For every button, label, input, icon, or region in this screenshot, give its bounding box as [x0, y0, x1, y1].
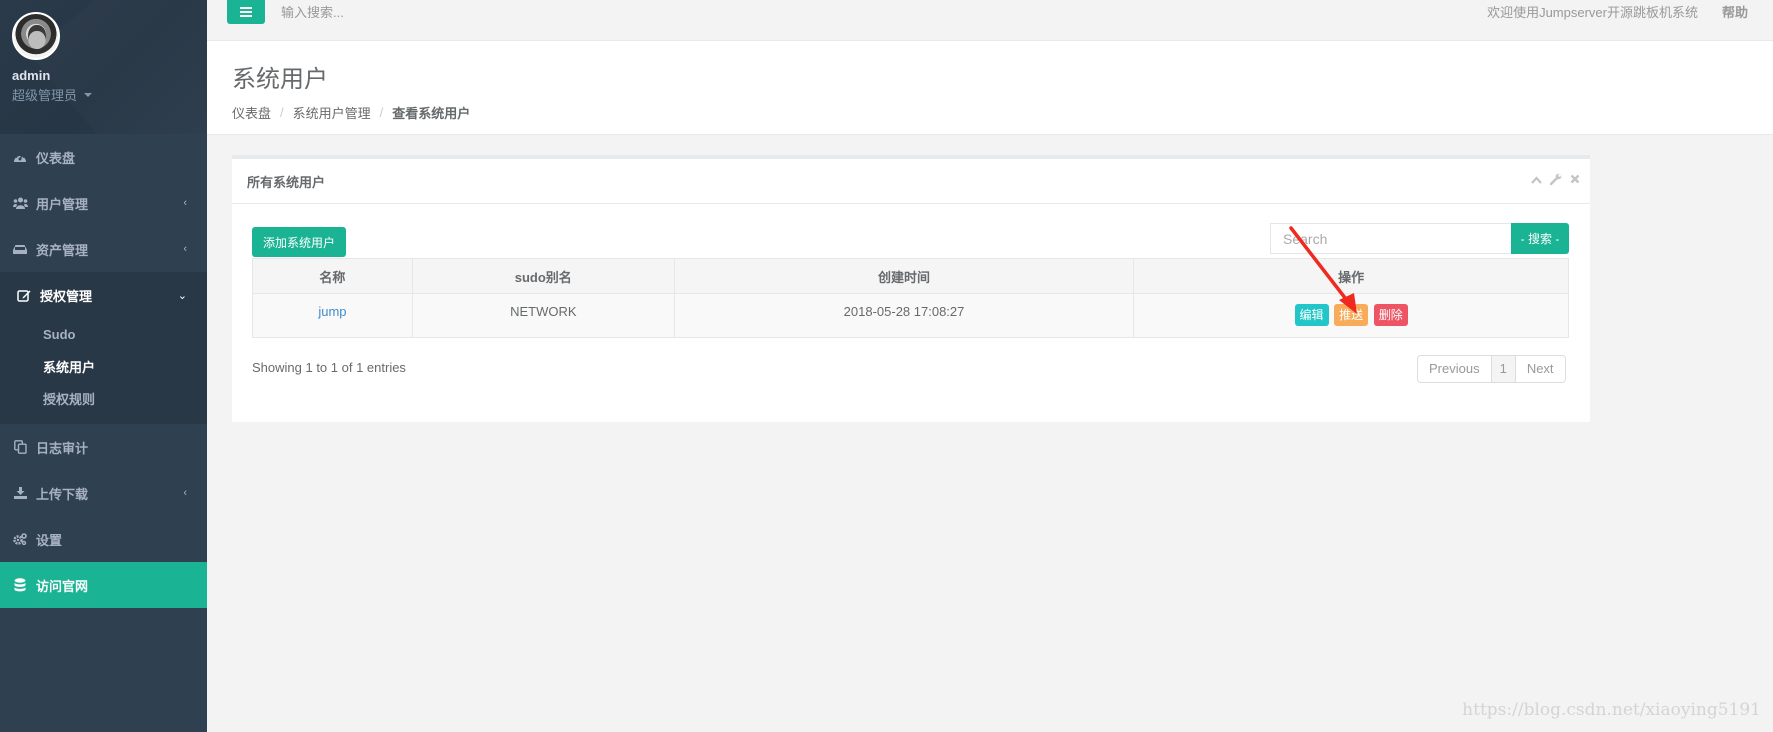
breadcrumb-separator: / — [280, 105, 284, 120]
sidebar-item-label: 访问官网 — [36, 578, 89, 594]
column-header-actions: 操作 — [1133, 258, 1569, 294]
chevron-left-icon: ‹ — [183, 197, 187, 209]
database-icon — [12, 578, 28, 592]
table-info: Showing 1 to 1 of 1 entries — [252, 360, 406, 375]
avatar-face — [28, 25, 46, 49]
wrench-icon[interactable] — [1549, 173, 1562, 188]
sidebar-subitem-permission-rules[interactable]: 授权规则 — [0, 382, 207, 414]
cell-created: 2018-05-28 17:08:27 — [673, 293, 1135, 338]
cell-sudo-alias: NETWORK — [411, 293, 675, 338]
delete-button[interactable]: 删除 — [1373, 304, 1408, 326]
top-search-input[interactable] — [281, 2, 581, 22]
profile-name[interactable]: admin — [12, 68, 195, 83]
sidebar-item-user-management[interactable]: 用户管理 ‹ — [0, 180, 207, 226]
breadcrumb: 仪表盘 / 系统用户管理 / 查看系统用户 — [232, 103, 1773, 122]
cell-actions: 编辑 推送 删除 — [1133, 293, 1569, 338]
sidebar-nav-lower: 日志审计 上传下载 ‹ 设置 访问官网 — [0, 424, 207, 608]
sidebar-item-settings[interactable]: 设置 — [0, 516, 207, 562]
system-users-table: 名称 sudo别名 创建时间 操作 jump NETWORK 2018-05-2… — [252, 258, 1569, 338]
hamburger-icon-line — [240, 15, 252, 17]
push-button[interactable]: 推送 — [1334, 304, 1369, 326]
users-icon — [12, 196, 28, 210]
sidebar-item-upload-download[interactable]: 上传下载 ‹ — [0, 470, 207, 516]
collapse-icon[interactable] — [1531, 173, 1542, 188]
chevron-left-icon: ‹ — [183, 243, 187, 255]
breadcrumb-dashboard[interactable]: 仪表盘 — [232, 103, 271, 122]
sidebar-item-dashboard[interactable]: 仪表盘 — [0, 134, 207, 180]
system-users-panel: 所有系统用户 添加系统用户 - 搜索 - 名称 sudo别名 创建时间 操作 — [232, 155, 1590, 422]
sidebar-group-permission: 授权管理 ⌄ Sudo 系统用户 授权规则 — [0, 272, 207, 424]
search-button[interactable]: - 搜索 - — [1511, 223, 1569, 254]
cogs-icon — [12, 532, 28, 546]
sidebar-item-permission-management[interactable]: 授权管理 ⌄ — [0, 272, 207, 318]
sidebar-item-label: 上传下载 — [36, 486, 89, 502]
page-heading: 系统用户 仪表盘 / 系统用户管理 / 查看系统用户 — [207, 41, 1773, 135]
dashboard-icon — [12, 150, 28, 164]
chevron-left-icon: ‹ — [183, 487, 187, 499]
sidebar: admin 超级管理员 仪表盘 用户管理 ‹ 资产管理 ‹ 授权管理 ⌄ Sud… — [0, 0, 207, 732]
column-header-name[interactable]: 名称 — [252, 258, 413, 294]
caret-down-icon — [84, 92, 93, 97]
sidebar-item-label: 仪表盘 — [36, 150, 76, 166]
welcome-message: 欢迎使用Jumpserver开源跳板机系统 — [1487, 5, 1698, 20]
hamburger-icon-line — [240, 7, 252, 9]
files-icon — [12, 440, 28, 454]
sidebar-item-label: 资产管理 — [36, 242, 89, 258]
chevron-down-icon: ⌄ — [177, 289, 187, 302]
panel-header: 所有系统用户 — [232, 159, 1590, 204]
pagination-previous[interactable]: Previous — [1418, 356, 1492, 382]
table-header-row: 名称 sudo别名 创建时间 操作 — [252, 258, 1569, 294]
sidebar-item-asset-management[interactable]: 资产管理 ‹ — [0, 226, 207, 272]
breadcrumb-current: 查看系统用户 — [392, 106, 471, 121]
profile-role-dropdown[interactable]: 超级管理员 — [12, 85, 195, 104]
column-header-sudo-alias[interactable]: sudo别名 — [411, 258, 675, 294]
sidebar-item-label: 用户管理 — [36, 196, 89, 212]
menu-toggle-button[interactable] — [227, 0, 265, 24]
sidebar-item-log-audit[interactable]: 日志审计 — [0, 424, 207, 470]
sidebar-item-label: 日志审计 — [36, 440, 89, 456]
edit-icon — [16, 288, 32, 302]
profile-header: admin 超级管理员 — [0, 0, 207, 134]
breadcrumb-separator: / — [379, 105, 384, 120]
help-link[interactable]: 帮助 — [1722, 2, 1748, 21]
sidebar-subitem-system-users[interactable]: 系统用户 — [0, 350, 207, 382]
hamburger-icon-line — [240, 11, 252, 13]
sidebar-item-visit-website[interactable]: 访问官网 — [0, 562, 207, 608]
edit-button[interactable]: 编辑 — [1294, 304, 1329, 326]
profile-role: 超级管理员 — [12, 88, 78, 103]
cell-name: jump — [252, 293, 413, 338]
table-search-input[interactable] — [1270, 223, 1512, 254]
inbox-icon — [12, 242, 28, 256]
top-navbar: 欢迎使用Jumpserver开源跳板机系统 帮助 — [207, 0, 1773, 41]
panel-title: 所有系统用户 — [247, 174, 326, 190]
breadcrumb-system-user-management[interactable]: 系统用户管理 — [293, 103, 371, 122]
panel-tools — [1531, 173, 1580, 188]
table-row: jump NETWORK 2018-05-28 17:08:27 编辑 推送 删… — [252, 293, 1569, 338]
sidebar-subitem-sudo[interactable]: Sudo — [0, 318, 207, 350]
pagination-next[interactable]: Next — [1516, 356, 1565, 382]
page-title: 系统用户 — [232, 66, 328, 93]
add-system-user-button[interactable]: 添加系统用户 — [252, 227, 347, 257]
sidebar-nav: 仪表盘 用户管理 ‹ 资产管理 ‹ — [0, 134, 207, 272]
sidebar-item-label: 设置 — [36, 532, 63, 548]
watermark: https://blog.csdn.net/xiaoying5191 — [1462, 700, 1761, 720]
pagination: Previous 1 Next — [1417, 355, 1566, 383]
avatar[interactable] — [12, 12, 60, 60]
pagination-page-1[interactable]: 1 — [1491, 356, 1516, 382]
column-header-created[interactable]: 创建时间 — [673, 258, 1135, 294]
sidebar-item-label: 授权管理 — [40, 288, 93, 304]
download-icon — [12, 486, 28, 500]
system-user-link[interactable]: jump — [318, 304, 346, 319]
close-icon[interactable] — [1570, 173, 1580, 188]
